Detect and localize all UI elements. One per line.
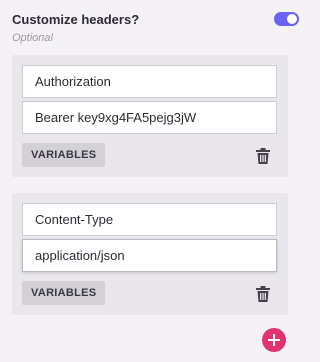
variables-button[interactable]: VARIABLES <box>22 281 106 305</box>
customize-headers-row: Customize headers? <box>12 10 299 30</box>
variables-button[interactable]: VARIABLES <box>22 143 106 167</box>
header-value-input[interactable]: application/json <box>22 239 277 272</box>
header-key-input[interactable]: Content-Type <box>22 203 277 236</box>
add-header-button[interactable] <box>262 328 286 352</box>
plus-icon <box>268 334 280 346</box>
header-key-input[interactable]: Authorization <box>22 65 277 98</box>
toggle-knob <box>287 14 297 24</box>
section-title: Customize headers? <box>12 12 140 27</box>
header-card: Authorization Bearer key9xg4FA5pejg3jW V… <box>12 55 288 177</box>
header-value-input[interactable]: Bearer key9xg4FA5pejg3jW <box>22 101 277 134</box>
header-card: Content-Type application/json VARIABLES <box>12 193 288 315</box>
trash-icon[interactable] <box>256 286 270 302</box>
optional-label: Optional <box>12 32 53 44</box>
trash-icon[interactable] <box>256 148 270 164</box>
customize-headers-toggle[interactable] <box>274 12 299 26</box>
